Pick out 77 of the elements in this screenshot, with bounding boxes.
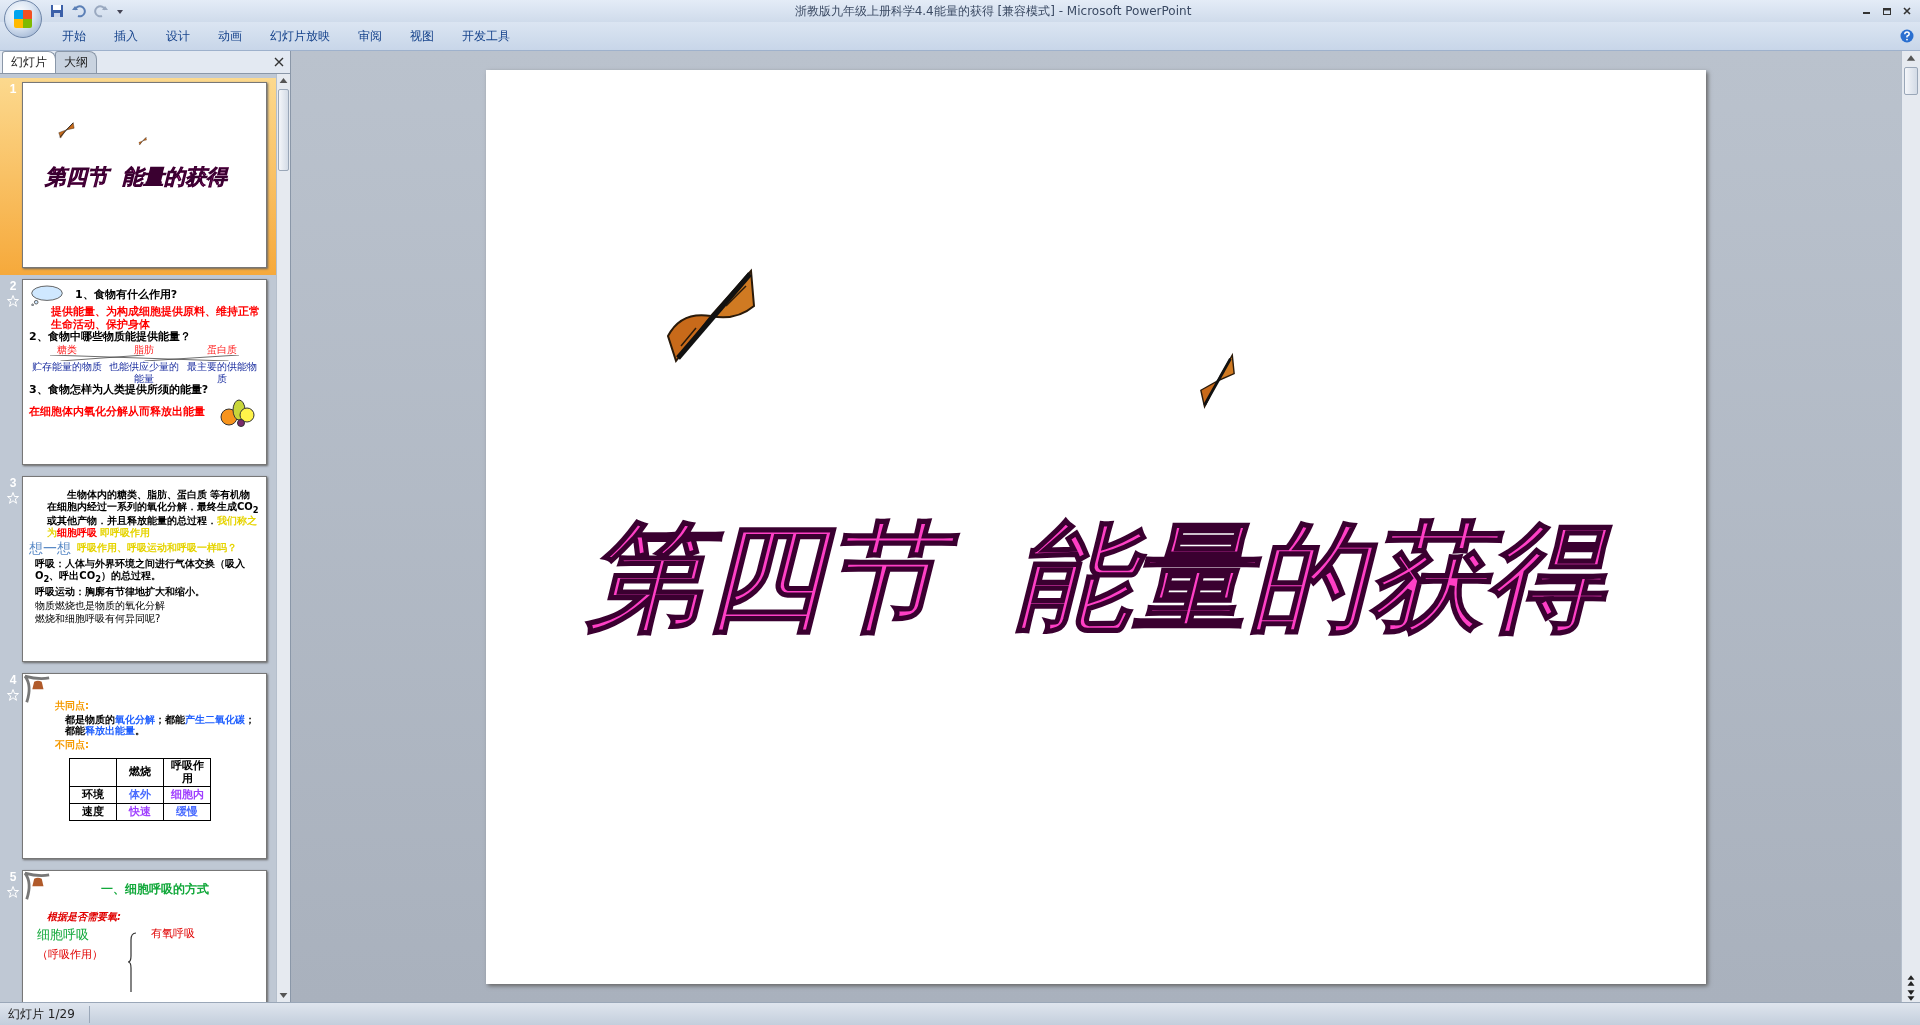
- role-label: 最主要的供能物质: [187, 361, 259, 384]
- slide-counter: 幻灯片 1/29: [0, 1005, 90, 1023]
- ribbon-tab[interactable]: 动画: [204, 24, 256, 48]
- slide-thumbnail-row[interactable]: 3 生物体内的糖类、脂肪、蛋白质 等有机物在细胞内经过一系列的氧化分解．最终生成CO$_{2}$或其他产物．并且释放能量的总过程．我们称之为细胞呼吸 即呼吸作用 想一想 呼吸作用、呼吸运动和呼吸一样吗？ 呼吸：人体与外界环境之间进行气体交换（吸入O$_{2}$、呼出CO$_{2}$）的总过程。 呼吸运动：胸廓有节律地扩大和缩小。 物质燃烧也是物质的氧化分解 燃烧和细胞呼吸有何异同呢?: [0, 472, 276, 669]
- slide-number: 3: [9, 476, 17, 490]
- paragraph: 都是物质的氧化分解；都能产生二氧化碳；都能释放出能量。: [65, 713, 256, 737]
- panel-tab[interactable]: 大纲: [55, 51, 97, 73]
- slide-number: 4: [9, 673, 17, 687]
- slide-title: 能量的获得: [1007, 494, 1619, 660]
- scrollbar-thumb[interactable]: [278, 89, 289, 171]
- slide-thumbnail[interactable]: 第四节 能量的获得: [22, 82, 267, 268]
- slide-thumbnail[interactable]: 一、细胞呼吸的方式 根据是否需要氧: 细胞呼吸 （呼吸作用） 有氧呼吸: [22, 870, 267, 1002]
- panel-tab[interactable]: 幻灯片: [2, 51, 56, 73]
- slide-title: 能量的获得: [122, 165, 227, 190]
- question-text: 2、食物中哪些物质能提供能量？: [29, 331, 192, 344]
- table-cell: 缓慢: [163, 803, 211, 821]
- ribbon-tab[interactable]: 视图: [396, 24, 448, 48]
- table-cell: 细胞内: [163, 786, 211, 804]
- butterfly-icon: [57, 121, 75, 139]
- slide-number: 5: [9, 870, 17, 884]
- note-text: 呼吸：人体与外界环境之间进行气体交换（吸入O$_{2}$、呼出CO$_{2}$）的总过程。: [35, 558, 246, 585]
- table-cell: 速度: [69, 803, 117, 821]
- bullet-heading: 不同点:: [55, 738, 90, 750]
- undo-icon[interactable]: [72, 4, 86, 18]
- think-label: 想一想: [29, 540, 71, 557]
- ribbon-tab[interactable]: 开发工具: [448, 24, 524, 48]
- close-icon[interactable]: [1902, 6, 1912, 16]
- slide-number: 1: [9, 82, 17, 96]
- question-text: 3、食物怎样为人类提供所须的能量?: [29, 384, 210, 398]
- nutrient-label: 糖类: [55, 343, 78, 356]
- table-cell: 快速: [116, 803, 164, 821]
- ribbon-tab[interactable]: 设计: [152, 24, 204, 48]
- caret-icon[interactable]: [116, 7, 124, 15]
- table-header: 呼吸作用: [163, 758, 211, 787]
- note-text: 呼吸运动：胸廓有节律地扩大和缩小。: [35, 586, 206, 598]
- butterfly-icon: [1199, 351, 1236, 410]
- butterfly-icon: [138, 135, 147, 147]
- help-icon[interactable]: [1900, 29, 1914, 43]
- ribbon-tab[interactable]: 开始: [48, 24, 100, 48]
- brace-icon: [127, 932, 137, 993]
- slide-thumbnail-row[interactable]: 5 一、细胞呼吸的方式 根据是否需要氧: 细胞呼吸 （呼吸作用） 有氧呼吸: [0, 866, 276, 1002]
- window-title: 浙教版九年级上册科学4.4能量的获得 [兼容模式] - Microsoft PowerPoint: [793, 2, 1193, 20]
- slide-heading: 一、细胞呼吸的方式: [99, 883, 210, 897]
- question-text: 燃烧和细胞呼吸有何异同呢?: [35, 613, 162, 625]
- slide-thumbnail[interactable]: 共同点: 都是物质的氧化分解；都能产生二氧化碳；都能释放出能量。 不同点: 燃烧 呼吸作用 环境 体外 细胞内 速度 快速 缓慢: [22, 673, 267, 859]
- maximize-icon[interactable]: [1882, 6, 1892, 16]
- table-cell: 环境: [69, 786, 117, 804]
- term-text: 细胞呼吸: [37, 928, 90, 944]
- ribbon-tab[interactable]: 插入: [100, 24, 152, 48]
- ribbon-tab[interactable]: 审阅: [344, 24, 396, 48]
- slide-number: 2: [9, 279, 17, 293]
- slide-thumbnail-row[interactable]: 4 共同点: 都是物质的氧化分解；都能产生二氧化碳；都能释放出能量。 不同点: 燃烧 呼吸作用 环境 体外 细胞内 速度 快速 缓慢: [0, 669, 276, 866]
- question-text: 1、食物有什么作用?: [75, 288, 178, 302]
- slide-thumbnail-row[interactable]: 1 第四节 能量的获得: [0, 78, 276, 275]
- role-label: 贮存能量的物质: [30, 361, 103, 375]
- branch-text: 有氧呼吸: [151, 928, 195, 941]
- ribbon-tab[interactable]: 幻灯片放映: [256, 24, 344, 48]
- close-icon[interactable]: [274, 57, 284, 67]
- table-cell: 体外: [116, 786, 164, 804]
- slide-thumbnail[interactable]: 生物体内的糖类、脂肪、蛋白质 等有机物在细胞内经过一系列的氧化分解．最终生成CO$_{2}$或其他产物．并且释放能量的总过程．我们称之为细胞呼吸 即呼吸作用 想一想 呼吸作用、呼吸运动和呼吸一样吗？ 呼吸：人体与外界环境之间进行气体交换（吸入O$_{2}$、呼出CO$_{2}$）的总过程。 呼吸运动：胸廓有节律地扩大和缩小。 物质燃烧也是物质的氧化分解 燃烧和细胞呼吸有何异同呢?: [22, 476, 267, 662]
- nutrient-label: 蛋白质: [206, 343, 239, 356]
- answer-text: 提供能量、为构成细胞提供原料、维持正常生命活动、保护身体: [50, 306, 260, 331]
- question-text: 呼吸作用、呼吸运动和呼吸一样吗？: [77, 542, 237, 554]
- question-text: 物质燃烧也是物质的氧化分解: [35, 599, 166, 612]
- slide-thumbnail-row[interactable]: 2 1、食物有什么作用? 提供能量、为构成细胞提供原料、维持正常生命活动、保护身体 2、食物中哪些物质能提供能量？ 糖类 脂肪 蛋白质 贮存能量的物质 也能供应少量的能量 最主要的供能物质 3、食物怎样为人类提供所须的能量? 在细胞体内氧化分解从而释放出能量: [0, 275, 276, 472]
- answer-text: 在细胞体内氧化分解从而释放出能量: [29, 405, 206, 419]
- nutrient-label: 脂肪: [133, 343, 156, 356]
- bullet-heading: 共同点:: [55, 700, 90, 712]
- paragraph: 生物体内的糖类、脂肪、蛋白质 等有机物在细胞内经过一系列的氧化分解．最终生成CO$_{2}$或其他产物．并且释放能量的总过程．我们称之为细胞呼吸 即呼吸作用: [46, 489, 260, 539]
- thought-cloud-icon: [29, 284, 65, 306]
- office-button[interactable]: [4, 0, 42, 38]
- scrollbar-thumb[interactable]: [1904, 67, 1918, 95]
- basis-text: 根据是否需要氧:: [47, 910, 122, 923]
- term-note: （呼吸作用）: [37, 949, 104, 962]
- slide-thumbnail[interactable]: 1、食物有什么作用? 提供能量、为构成细胞提供原料、维持正常生命活动、保护身体 2、食物中哪些物质能提供能量？ 糖类 脂肪 蛋白质 贮存能量的物质 也能供应少量的能量 最主要的供能物质 3、食物怎样为人类提供所须的能量? 在细胞体内氧化分解从而释放出能量: [22, 279, 267, 465]
- save-icon[interactable]: [50, 4, 64, 18]
- table-header: 燃烧: [116, 758, 164, 787]
